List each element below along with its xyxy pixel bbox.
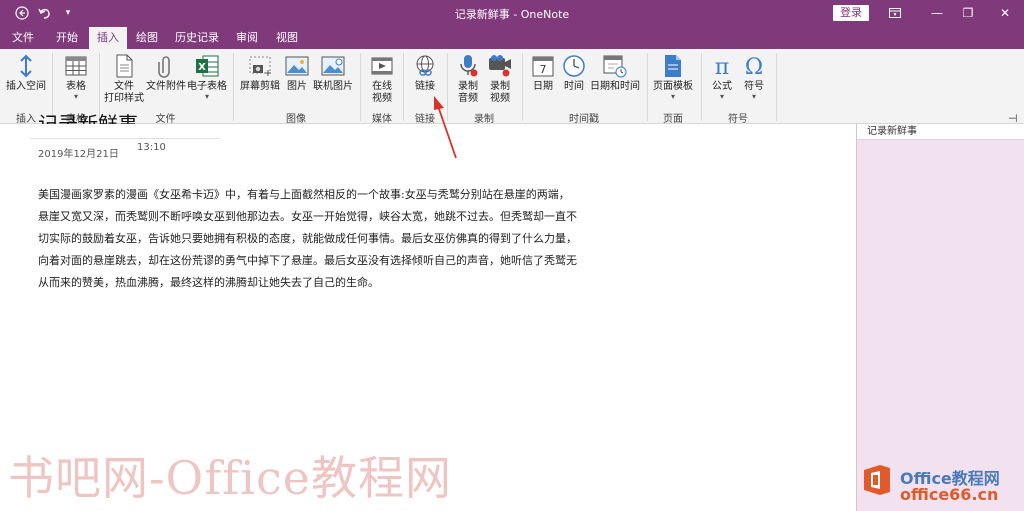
annotation-arrow	[434, 96, 457, 159]
watermark-domain: office66.cn	[900, 485, 999, 504]
watermark-logo: Office教程网 office66.cn	[860, 461, 1020, 507]
office-logo-icon	[864, 465, 890, 495]
watermark-text: 书吧网-Office教程网	[8, 451, 453, 505]
